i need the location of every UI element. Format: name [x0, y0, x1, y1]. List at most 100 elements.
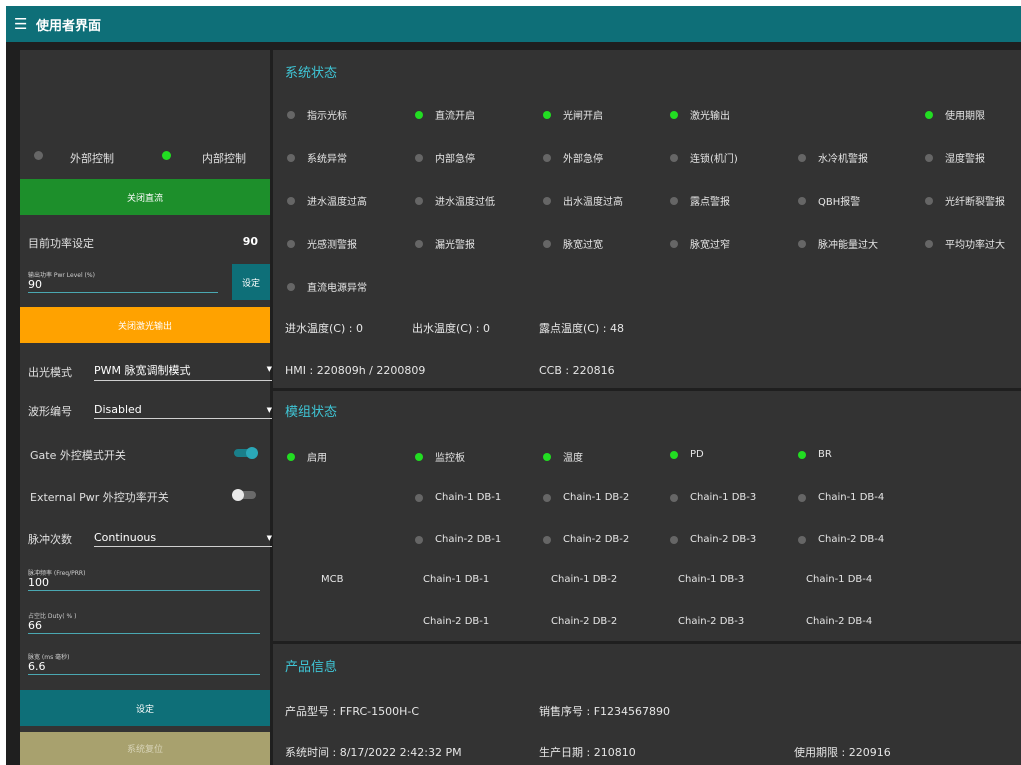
temperature-indicator: 温度 [543, 449, 583, 464]
product-serial: 销售序号 : F1234567890 [539, 705, 671, 718]
pulse-width-label: 脉宽 (ms 毫秒) [28, 654, 70, 661]
chain1-db1-indicator: Chain-1 DB-1 [415, 492, 501, 503]
close-dc-button[interactable]: 关闭直流 [20, 179, 270, 215]
indicator-inlet-temp-low: 进水温度过低 [415, 193, 495, 208]
indicator-light-leak: 漏光警报 [415, 236, 475, 251]
mcb-chain2-db2: Chain-2 DB-2 [551, 616, 618, 627]
mcb-chain2-db1: Chain-2 DB-1 [423, 616, 490, 627]
indicator-humidity-alarm: 湿度警报 [925, 150, 985, 165]
pd-indicator: PD [670, 449, 704, 460]
control-panel: 外部控制 内部控制 关闭直流 目前功率设定 90 输出功率 Pwr Level … [20, 50, 272, 765]
module-enabled-indicator: 启用 [287, 449, 327, 464]
current-power-label: 目前功率设定 [28, 237, 94, 250]
mcb-chain1-db2: Chain-1 DB-2 [551, 574, 618, 585]
mcb-chain1-db4: Chain-1 DB-4 [806, 574, 873, 585]
indicator-inlet-temp-high: 进水温度过高 [287, 193, 367, 208]
ext-pwr-toggle-row: External Pwr 外控功率开关 [20, 489, 270, 504]
chain2-db1-indicator: Chain-2 DB-1 [415, 534, 501, 545]
system-status-title: 系统状态 [285, 66, 338, 81]
hamburger-icon[interactable]: ☰ [14, 15, 30, 33]
indicator-dew-point-alarm: 露点警报 [670, 193, 730, 208]
waveform-label: 波形编号 [28, 405, 72, 418]
waveform-value[interactable]: Disabled [94, 403, 142, 416]
internal-control-led [162, 151, 171, 160]
indicator-avg-power-high: 平均功率过大 [925, 236, 1005, 251]
indicator-dc-on: 直流开启 [415, 107, 475, 122]
apply-settings-button[interactable]: 设定 [20, 690, 270, 726]
chain2-db4-indicator: Chain-2 DB-4 [798, 534, 884, 545]
indicator-expiry: 使用期限 [925, 107, 985, 122]
system-status-panel: 系统状态 指示光标 直流开启 光闸开启 激光输出 使用期限 系统异常 内部急停 … [273, 50, 1021, 388]
expiry-date: 使用期限 : 220916 [794, 746, 891, 759]
indicator-qbh-alarm: QBH报警 [798, 193, 860, 208]
pulse-width-field[interactable]: 脉宽 (ms 毫秒) 6.6 [28, 654, 260, 675]
power-level-underline [28, 292, 218, 293]
output-mode-value[interactable]: PWM 脉宽调制模式 [94, 364, 191, 377]
br-indicator: BR [798, 449, 832, 460]
pulse-width-value[interactable]: 6.6 [28, 661, 260, 673]
product-model: 产品型号 : FFRC-1500H-C [285, 705, 420, 718]
set-power-button[interactable]: 设定 [232, 264, 270, 300]
mcb-chain2-db3: Chain-2 DB-3 [678, 616, 745, 627]
power-level-value[interactable]: 90 [28, 279, 218, 291]
waveform-select[interactable]: 波形编号 Disabled ▼ [28, 403, 272, 419]
external-power-toggle[interactable] [232, 489, 258, 501]
chain2-db3-indicator: Chain-2 DB-3 [670, 534, 756, 545]
gate-toggle-label: Gate 外控模式开关 [30, 449, 126, 462]
mcb-chain2-db4: Chain-2 DB-4 [806, 616, 873, 627]
system-reset-button[interactable]: 系统复位 [20, 732, 270, 765]
inlet-temperature: 进水温度(C) : 0 [285, 322, 363, 335]
indicator-laser-output: 激光输出 [670, 107, 730, 122]
pulse-count-label: 脉冲次数 [28, 533, 72, 546]
indicator-pulse-energy-high: 脉冲能量过大 [798, 236, 878, 251]
indicator-chiller-alarm: 水冷机警报 [798, 150, 868, 165]
frequency-underline [28, 590, 260, 591]
ccb-version: CCB : 220816 [539, 364, 615, 377]
ext-pwr-toggle-label: External Pwr 外控功率开关 [30, 491, 169, 504]
power-level-label: 输出功率 Pwr Level (%) [28, 272, 95, 279]
dew-point-temperature: 露点温度(C) : 48 [539, 322, 624, 335]
external-control-label: 外部控制 [70, 152, 114, 165]
app-header: ☰ 使用者界面 [6, 6, 1021, 42]
module-status-title: 模组状态 [285, 405, 338, 420]
indicator-pointer-light: 指示光标 [287, 107, 347, 122]
indicator-pulse-too-narrow: 脉宽过窄 [670, 236, 730, 251]
frequency-value[interactable]: 100 [28, 577, 260, 589]
monitor-board-indicator: 监控板 [415, 449, 465, 464]
gate-mode-toggle[interactable] [232, 447, 258, 459]
control-mode-row: 外部控制 内部控制 [20, 150, 270, 165]
dropdown-caret-icon[interactable]: ▼ [267, 406, 272, 414]
indicator-shutter-open: 光闸开启 [543, 107, 603, 122]
indicator-system-fault: 系统异常 [287, 150, 347, 165]
duty-value[interactable]: 66 [28, 620, 260, 632]
chain1-db3-indicator: Chain-1 DB-3 [670, 492, 756, 503]
dropdown-caret-icon[interactable]: ▼ [267, 365, 272, 373]
product-info-panel: 产品信息 产品型号 : FFRC-1500H-C 销售序号 : F1234567… [273, 644, 1021, 765]
mcb-chain1-db1: Chain-1 DB-1 [423, 574, 490, 585]
duty-field[interactable]: 占空比 Duty( % ) 66 [28, 613, 260, 634]
pulse-width-underline [28, 674, 260, 675]
pulse-count-value[interactable]: Continuous [94, 531, 156, 544]
indicator-fiber-break: 光纤断裂警报 [925, 193, 1005, 208]
chain1-db4-indicator: Chain-1 DB-4 [798, 492, 884, 503]
indicator-internal-estop: 内部急停 [415, 150, 475, 165]
output-mode-select[interactable]: 出光模式 PWM 脉宽调制模式 ▼ [28, 362, 272, 381]
close-laser-button[interactable]: 关闭激光输出 [20, 307, 270, 343]
mcb-chain1-db3: Chain-1 DB-3 [678, 574, 745, 585]
pulse-count-select[interactable]: 脉冲次数 Continuous ▼ [28, 531, 272, 547]
dropdown-caret-icon[interactable]: ▼ [267, 534, 272, 542]
app-title: 使用者界面 [36, 18, 102, 34]
production-date: 生产日期 : 210810 [539, 746, 636, 759]
indicator-outlet-temp-high: 出水温度过高 [543, 193, 623, 208]
frequency-field[interactable]: 脉冲频率 (Freq/PRR) 100 [28, 570, 260, 591]
chain2-db2-indicator: Chain-2 DB-2 [543, 534, 629, 545]
chain1-db2-indicator: Chain-1 DB-2 [543, 492, 629, 503]
system-time: 系统时间 : 8/17/2022 2:42:32 PM [285, 746, 462, 759]
internal-control-label: 内部控制 [202, 152, 246, 165]
outlet-temperature: 出水温度(C) : 0 [412, 322, 490, 335]
power-level-field[interactable]: 输出功率 Pwr Level (%) 90 [28, 272, 218, 293]
duty-label: 占空比 Duty( % ) [28, 613, 77, 620]
hmi-version: HMI : 220809h / 2200809 [285, 364, 426, 377]
current-power-value: 90 [242, 235, 258, 248]
frequency-label: 脉冲频率 (Freq/PRR) [28, 570, 86, 577]
